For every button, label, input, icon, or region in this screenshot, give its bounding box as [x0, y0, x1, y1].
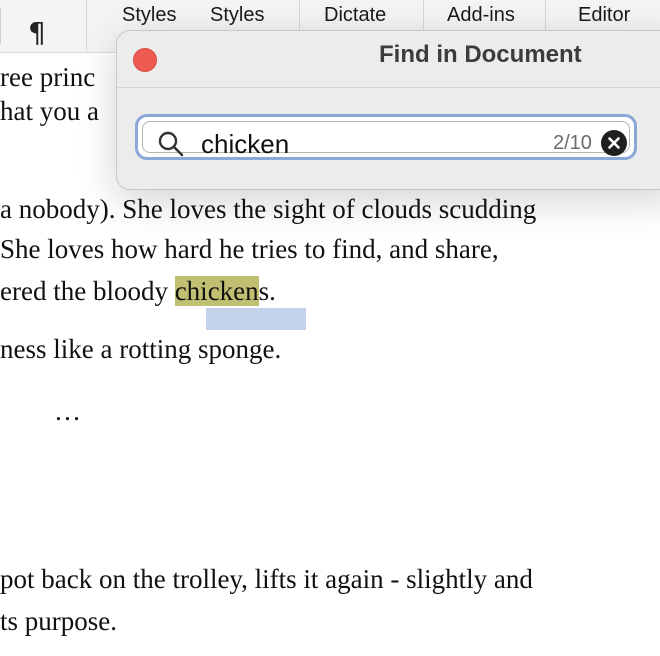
- doc-ellipsis: …: [54, 396, 81, 426]
- close-icon: [608, 137, 620, 149]
- doc-text: s.: [258, 276, 276, 306]
- find-dialog-header: Find in Document: [117, 31, 660, 88]
- doc-text: ered the bloody: [0, 276, 175, 306]
- doc-line: ts purpose.: [0, 606, 117, 636]
- styles-gallery-button[interactable]: Styles: [122, 4, 176, 27]
- selection-highlight: [206, 308, 306, 330]
- clear-search-button[interactable]: [601, 130, 627, 156]
- search-field-inner: chicken 2/10: [142, 121, 630, 159]
- doc-line: a nobody). She loves the sight of clouds…: [0, 194, 537, 224]
- search-field[interactable]: chicken 2/10: [135, 114, 637, 160]
- doc-line: ered the bloody chickens.: [0, 276, 276, 307]
- find-dialog-title: Find in Document: [379, 41, 582, 68]
- styles-pane-button[interactable]: Styles: [210, 4, 264, 27]
- divider: [0, 8, 1, 44]
- divider: [545, 0, 546, 34]
- doc-line: ness like a rotting sponge.: [0, 334, 282, 364]
- search-match-highlight: chicken: [174, 276, 259, 306]
- search-icon: [157, 130, 185, 158]
- divider: [299, 0, 300, 34]
- match-count: 2/10: [553, 132, 592, 154]
- doc-line: ree princ: [0, 62, 96, 92]
- close-button[interactable]: [133, 48, 157, 72]
- doc-line: pot back on the trolley, lifts it again …: [0, 564, 533, 594]
- doc-line: She loves how hard he tries to find, and…: [0, 234, 499, 264]
- add-ins-button[interactable]: Add-ins: [447, 4, 515, 27]
- search-input[interactable]: chicken: [201, 129, 289, 160]
- doc-line: hat you a: [0, 96, 99, 126]
- find-dialog: Find in Document chicken 2/10: [116, 30, 660, 190]
- editor-button[interactable]: Editor: [578, 4, 630, 27]
- pilcrow-icon[interactable]: ¶: [28, 16, 46, 49]
- dictate-button[interactable]: Dictate: [324, 4, 386, 27]
- divider: [423, 0, 424, 34]
- show-formatting-group: ¶: [0, 0, 87, 52]
